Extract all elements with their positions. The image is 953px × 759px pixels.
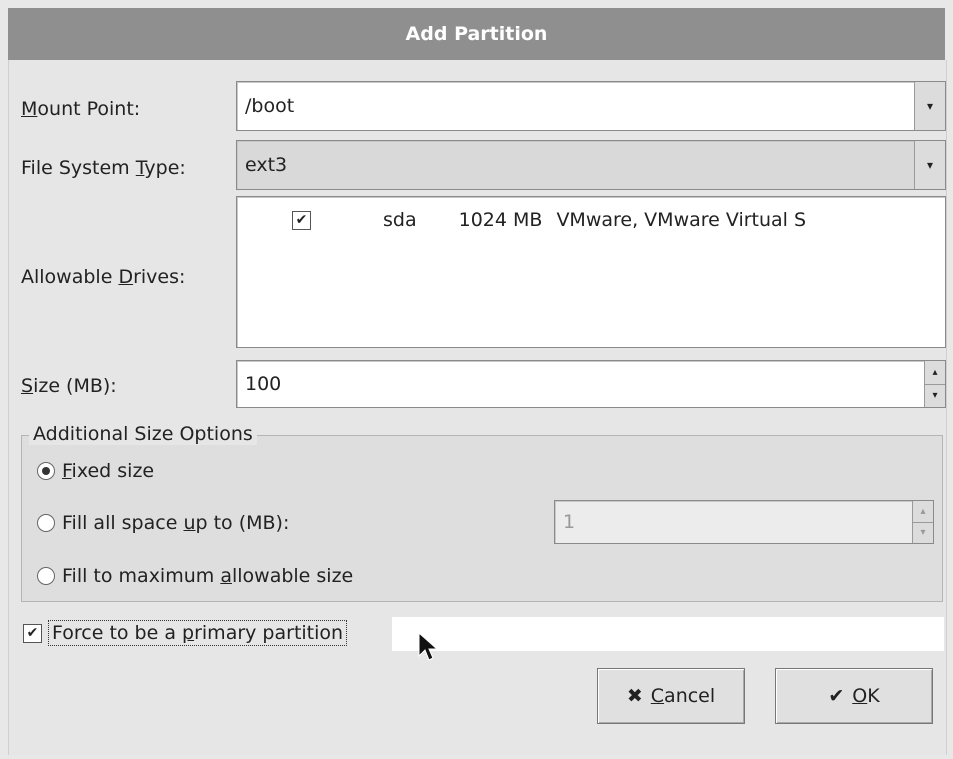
title-bar: Add Partition	[8, 8, 945, 61]
mount-point-value[interactable]: /boot	[245, 95, 294, 117]
fill-upto-value[interactable]: 1	[563, 511, 575, 533]
mount-point-label: Mount Point:	[21, 98, 141, 120]
cancel-icon: ✖	[626, 685, 643, 707]
radio-fixed-label: Fixed size	[62, 460, 155, 482]
allowable-drives-list[interactable]: ✔ sda 1024 MB VMware, VMware Virtual S	[236, 196, 946, 348]
size-value[interactable]: 100	[245, 373, 281, 395]
size-spin-buttons[interactable]: ▴ ▾	[924, 361, 945, 407]
window-title: Add Partition	[405, 23, 548, 45]
radio-fill-upto-label: Fill all space up to (MB):	[62, 512, 290, 534]
fill-upto-spinbox[interactable]: 1 ▴ ▾	[554, 500, 934, 544]
primary-partition-checkbox-row[interactable]: ✔ Force to be a primary partition	[23, 620, 348, 646]
add-partition-dialog: Mount Point: /boot ▾ File System Type: e…	[8, 60, 947, 755]
drive-model: VMware, VMware Virtual S	[556, 209, 807, 231]
primary-highlight-strip	[392, 617, 944, 651]
radio-fill-upto-icon[interactable]	[37, 514, 55, 532]
radio-fixed-size[interactable]: Fixed size	[37, 460, 154, 482]
allowable-drives-label: Allowable Drives:	[21, 266, 186, 288]
primary-partition-label: Force to be a primary partition	[48, 620, 348, 646]
fs-type-combo[interactable]: ext3 ▾	[236, 140, 946, 190]
fs-type-value: ext3	[245, 154, 288, 176]
radio-fill-upto[interactable]: Fill all space up to (MB):	[37, 512, 289, 534]
cancel-label: Cancel	[650, 685, 716, 707]
fill-upto-spin-buttons[interactable]: ▴ ▾	[912, 501, 933, 543]
drive-size: 1024 MB	[458, 209, 543, 231]
mouse-cursor-icon	[418, 632, 438, 661]
spin-up-icon[interactable]: ▴	[925, 361, 945, 385]
drive-sda-checkbox[interactable]: ✔	[292, 210, 311, 230]
cancel-button[interactable]: ✖ Cancel	[597, 668, 745, 724]
mount-point-combo[interactable]: /boot ▾	[236, 81, 946, 131]
ok-icon: ✔	[828, 685, 845, 707]
radio-fill-max[interactable]: Fill to maximum allowable size	[37, 565, 353, 587]
ok-button[interactable]: ✔ OK	[775, 668, 933, 724]
spin-down-icon[interactable]: ▾	[913, 523, 933, 544]
fs-type-label: File System Type:	[21, 157, 186, 179]
radio-fill-max-label: Fill to maximum allowable size	[62, 565, 354, 587]
mount-point-dropdown-icon[interactable]: ▾	[914, 82, 945, 130]
radio-fixed-icon[interactable]	[37, 462, 55, 480]
spin-down-icon[interactable]: ▾	[925, 385, 945, 408]
size-spinbox[interactable]: 100 ▴ ▾	[236, 360, 946, 408]
radio-fill-max-icon[interactable]	[37, 567, 55, 585]
drive-row-sda[interactable]: ✔ sda 1024 MB VMware, VMware Virtual S	[292, 209, 806, 231]
drive-name: sda	[383, 209, 417, 231]
primary-checkbox-icon[interactable]: ✔	[23, 623, 42, 643]
fs-type-dropdown-icon[interactable]: ▾	[914, 141, 945, 189]
size-options-title: Additional Size Options	[29, 423, 257, 445]
ok-label: OK	[852, 685, 880, 707]
size-label: Size (MB):	[21, 375, 117, 397]
spin-up-icon[interactable]: ▴	[913, 501, 933, 523]
